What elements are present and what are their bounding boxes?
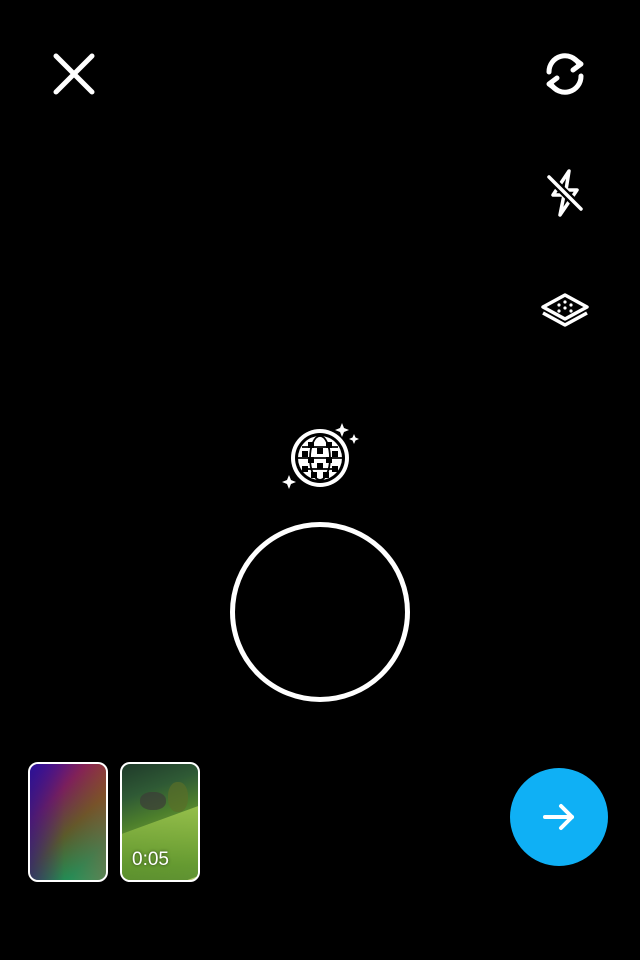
shutter-button[interactable]	[230, 522, 410, 702]
close-icon	[53, 53, 95, 95]
layers-icon	[541, 293, 589, 327]
gallery-thumbnail-1[interactable]	[28, 762, 108, 882]
flash-toggle-button[interactable]	[535, 163, 595, 223]
next-button[interactable]	[510, 768, 608, 866]
flash-off-icon	[544, 169, 586, 217]
thumbnail-image-detail	[140, 792, 166, 810]
flip-camera-icon	[546, 53, 584, 95]
gallery-thumbnail-2[interactable]: 0:05	[120, 762, 200, 882]
flip-camera-button[interactable]	[535, 44, 595, 104]
thumbnail-image-detail	[168, 782, 188, 812]
video-duration-label: 0:05	[132, 849, 169, 870]
arrow-right-icon	[543, 804, 574, 830]
close-button[interactable]	[44, 44, 104, 104]
disco-ball-icon	[282, 423, 359, 489]
effects-button[interactable]	[278, 418, 362, 498]
layers-button[interactable]	[535, 283, 595, 343]
